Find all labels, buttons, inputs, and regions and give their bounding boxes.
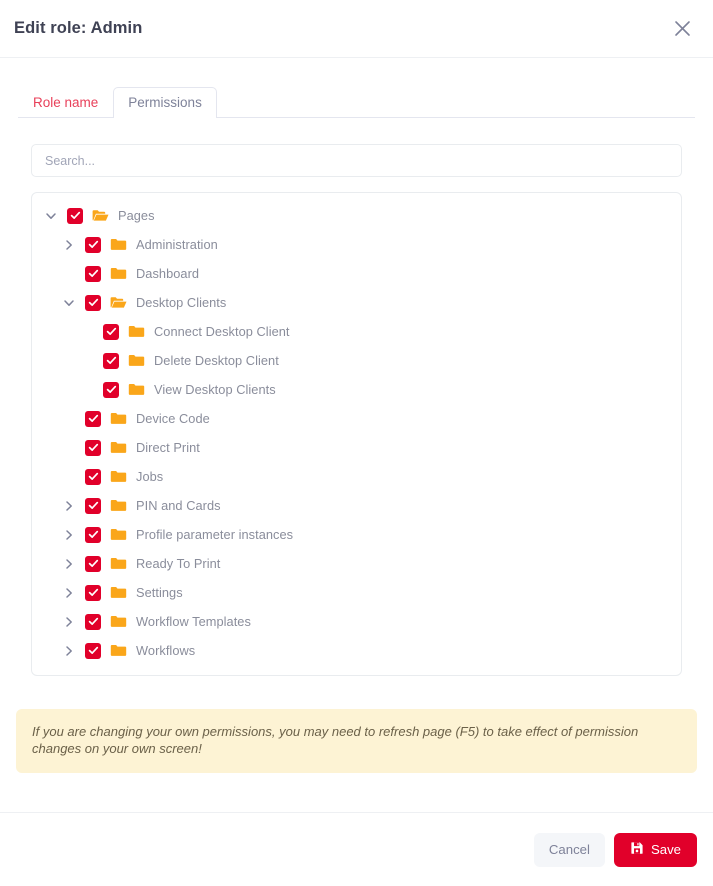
tab-role-name[interactable]: Role name (18, 87, 113, 119)
tree-node[interactable]: Direct Print (32, 433, 681, 462)
tree-node-checkbox[interactable] (103, 381, 119, 398)
tree-node-label: Ready To Print (136, 556, 221, 571)
chevron-right-icon[interactable] (60, 526, 78, 544)
tree-node-label: View Desktop Clients (154, 382, 276, 397)
tree-node-checkbox[interactable] (103, 323, 119, 340)
tree-node-checkbox[interactable] (85, 526, 101, 543)
tree-node-label: Delete Desktop Client (154, 353, 279, 368)
tree-node[interactable]: Settings (32, 578, 681, 607)
tree-node-checkbox[interactable] (85, 613, 101, 630)
tree-node-checkbox[interactable] (85, 497, 101, 514)
search-input[interactable] (31, 144, 682, 177)
tree-node[interactable]: View Desktop Clients (32, 375, 681, 404)
tree-node-label: Desktop Clients (136, 295, 227, 310)
folder-open-icon (110, 295, 127, 310)
tree-node-checkbox[interactable] (85, 555, 101, 572)
tree-toggle-spacer (60, 410, 78, 428)
tree-node[interactable]: Desktop Clients (32, 288, 681, 317)
folder-icon (110, 527, 127, 542)
close-icon (674, 20, 691, 37)
folder-icon (110, 585, 127, 600)
folder-icon (110, 440, 127, 455)
modal-header: Edit role: Admin (0, 0, 713, 58)
tree-toggle-spacer (60, 468, 78, 486)
cancel-button[interactable]: Cancel (533, 832, 605, 867)
tree-node-checkbox[interactable] (85, 410, 101, 427)
tree-node-label: Connect Desktop Client (154, 324, 290, 339)
chevron-right-icon[interactable] (60, 613, 78, 631)
tree-node[interactable]: Device Code (32, 404, 681, 433)
warning-container: If you are changing your own permissions… (0, 676, 713, 773)
tree-node-checkbox[interactable] (67, 207, 83, 224)
chevron-down-icon[interactable] (60, 294, 78, 312)
tree-node-label: Settings (136, 585, 183, 600)
close-button[interactable] (667, 14, 697, 44)
tree-node-label: Device Code (136, 411, 210, 426)
chevron-down-icon[interactable] (42, 207, 60, 225)
folder-icon (110, 266, 127, 281)
tree-node-checkbox[interactable] (85, 642, 101, 659)
tree-toggle-spacer (78, 381, 96, 399)
tree-node[interactable]: Workflow Templates (32, 607, 681, 636)
tabs-container: Role name Permissions (0, 58, 713, 118)
page-title: Edit role: Admin (14, 19, 143, 37)
tree-node[interactable]: Ready To Print (32, 549, 681, 578)
tree-node[interactable]: Administration (32, 230, 681, 259)
tree-node-checkbox[interactable] (85, 584, 101, 601)
tree-node-label: Administration (136, 237, 218, 252)
folder-icon (110, 411, 127, 426)
tree-node[interactable]: PIN and Cards (32, 491, 681, 520)
permissions-tree: Pages Administration Dashboard Desktop Clie… (31, 192, 682, 676)
chevron-right-icon[interactable] (60, 497, 78, 515)
tree-node[interactable]: Workflows (32, 636, 681, 665)
chevron-right-icon[interactable] (60, 642, 78, 660)
folder-icon (128, 324, 145, 339)
tree-toggle-spacer (60, 265, 78, 283)
tree-node-label: Jobs (136, 469, 164, 484)
modal-footer: Cancel Save (0, 812, 713, 886)
tree-node-label: Workflow Templates (136, 614, 251, 629)
save-button-label: Save (650, 842, 681, 857)
chevron-right-icon[interactable] (60, 584, 78, 602)
folder-open-icon (92, 208, 109, 223)
tree-node[interactable]: Profile parameter instances (32, 520, 681, 549)
folder-icon (110, 469, 127, 484)
tree-node-label: Profile parameter instances (136, 527, 294, 542)
chevron-right-icon[interactable] (60, 555, 78, 573)
tree-toggle-spacer (60, 439, 78, 457)
tree-node-checkbox[interactable] (85, 468, 101, 485)
folder-icon (110, 556, 127, 571)
folder-icon (128, 353, 145, 368)
tree-node[interactable]: Delete Desktop Client (32, 346, 681, 375)
tree-node-checkbox[interactable] (85, 236, 101, 253)
tree-node[interactable]: Jobs (32, 462, 681, 491)
save-button[interactable]: Save (613, 832, 697, 867)
tree-node[interactable]: Dashboard (32, 259, 681, 288)
folder-icon (110, 614, 127, 629)
folder-icon (128, 382, 145, 397)
warning-text: If you are changing your own permissions… (32, 724, 639, 757)
tree-node-label: Dashboard (136, 266, 200, 281)
folder-icon (110, 498, 127, 513)
tree-node-label: PIN and Cards (136, 498, 221, 513)
tree-toggle-spacer (78, 352, 96, 370)
chevron-right-icon[interactable] (60, 236, 78, 254)
folder-icon (110, 643, 127, 658)
tree-node-label: Workflows (136, 643, 196, 658)
tree-node-checkbox[interactable] (85, 439, 101, 456)
tree-node[interactable]: Connect Desktop Client (32, 317, 681, 346)
tree-node-checkbox[interactable] (103, 352, 119, 369)
tree-node-label: Direct Print (136, 440, 200, 455)
tree-node-checkbox[interactable] (85, 265, 101, 282)
tree-node[interactable]: Pages (32, 201, 681, 230)
warning-banner: If you are changing your own permissions… (16, 709, 697, 773)
tree-node-checkbox[interactable] (85, 294, 101, 311)
save-icon (630, 841, 644, 858)
tab-list: Role name Permissions (18, 82, 695, 118)
folder-icon (110, 237, 127, 252)
tree-node-label: Pages (118, 208, 155, 223)
tab-permissions[interactable]: Permissions (113, 86, 217, 118)
tree-toggle-spacer (78, 323, 96, 341)
search-container (0, 118, 713, 177)
